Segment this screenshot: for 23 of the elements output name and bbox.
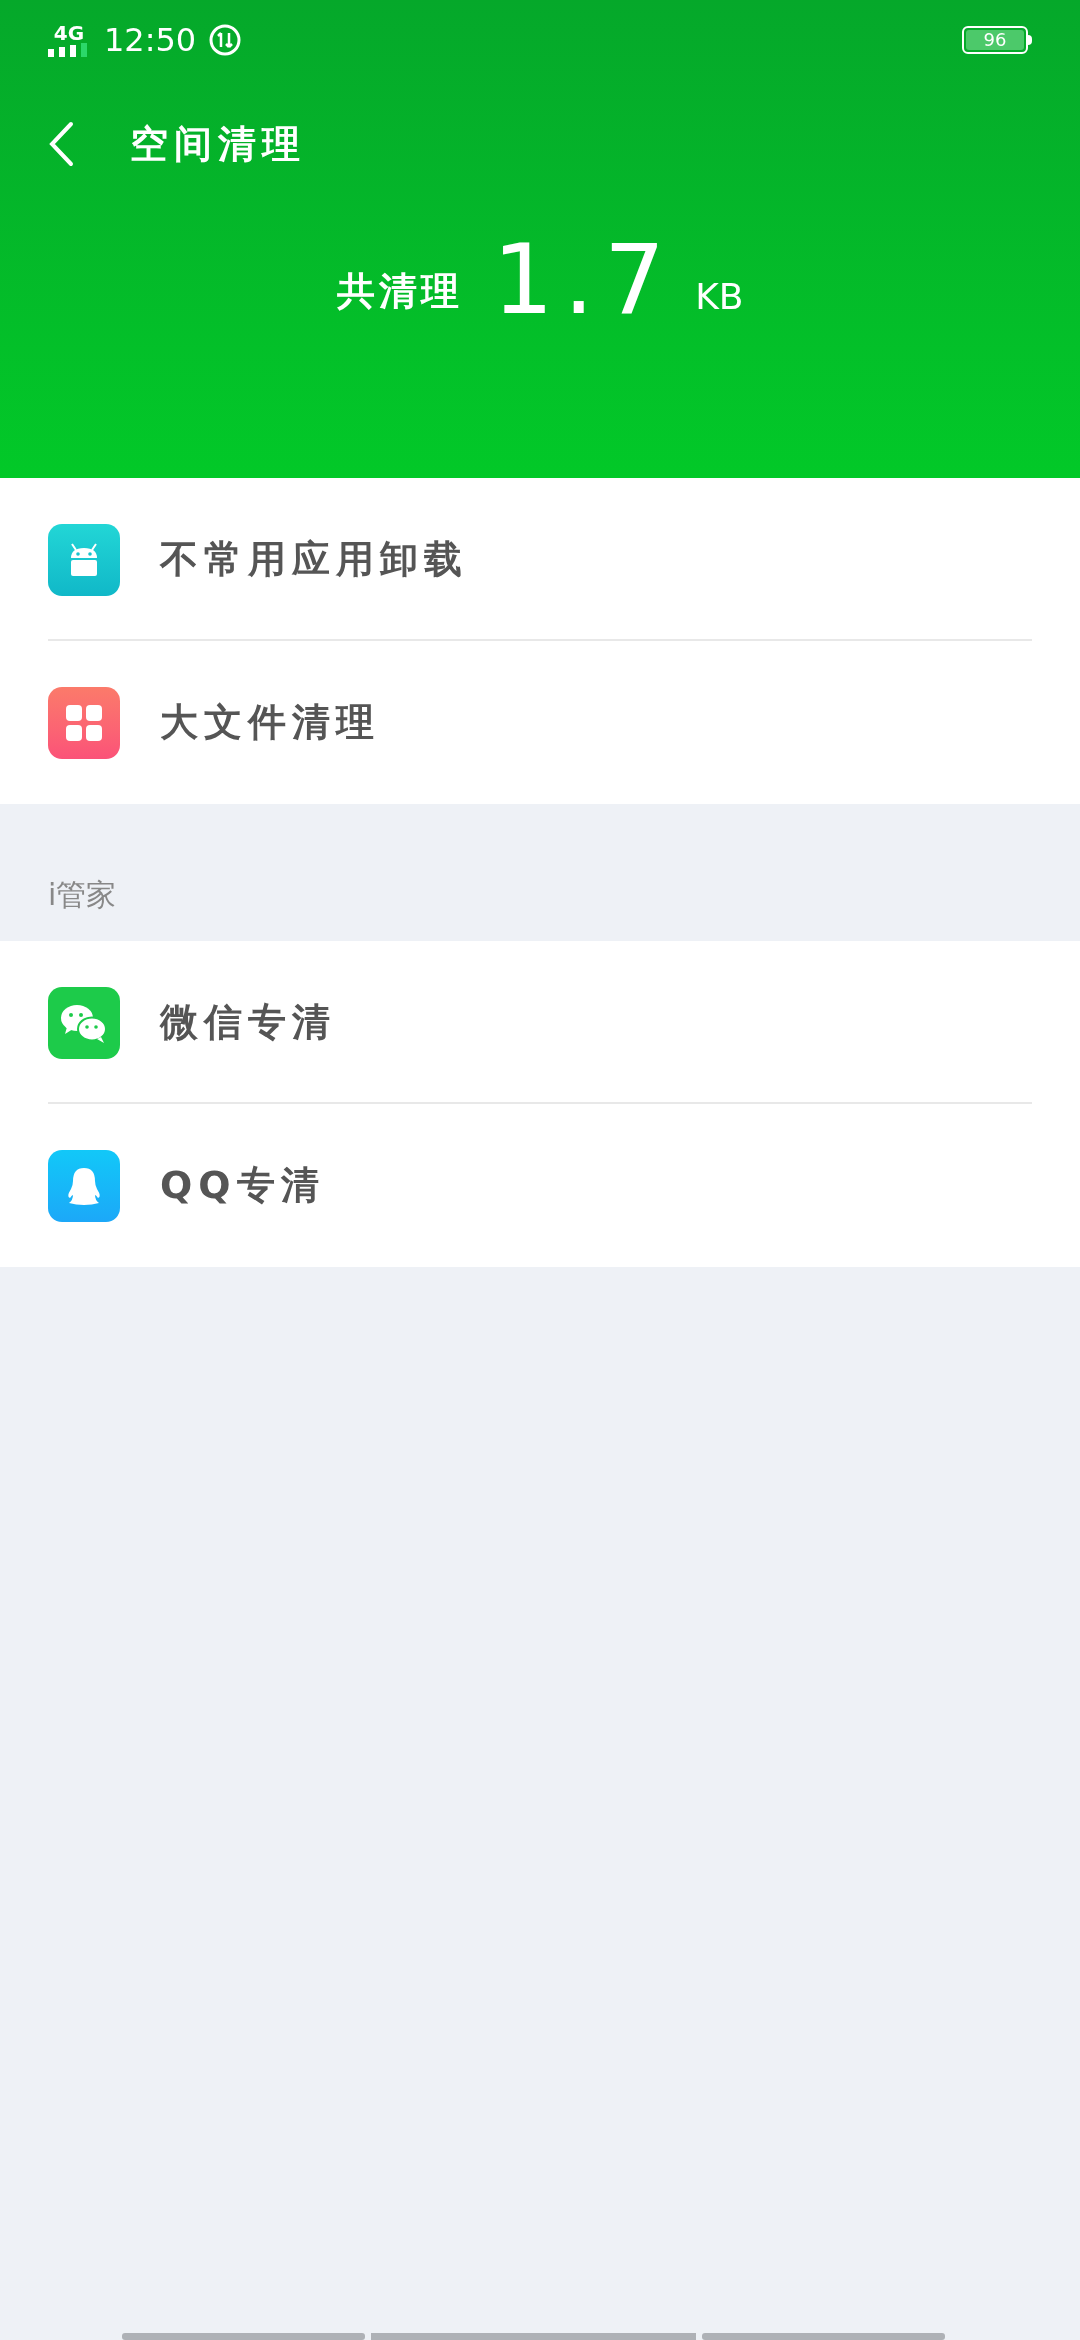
page-title: 空间清理 [130, 120, 306, 168]
battery-level: 96 [983, 31, 1007, 49]
list-item[interactable]: 微信专清 [0, 941, 1080, 1104]
clock: 12:50 [104, 20, 197, 61]
section-header: i管家 [48, 876, 117, 914]
data-transfer-icon [208, 23, 243, 57]
penguin-icon [48, 1149, 120, 1222]
signal-icon [48, 43, 90, 57]
list-item[interactable]: QQ专清 [0, 1104, 1080, 1267]
item-label: 微信专清 [160, 999, 336, 1046]
chat-bubbles-icon [48, 986, 120, 1059]
item-label: 不常用应用卸载 [160, 536, 468, 583]
item-label: 大文件清理 [160, 699, 380, 746]
back-icon[interactable] [48, 121, 74, 167]
cleaned-amount: 1.7 [492, 232, 676, 328]
grid-icon [48, 686, 120, 759]
android-icon [48, 523, 120, 596]
summary-label: 共清理 [336, 268, 463, 315]
item-label: QQ专清 [160, 1162, 325, 1209]
size-unit: KB [695, 275, 744, 319]
list-item[interactable]: 大文件清理 [0, 641, 1080, 804]
network-type: 4G [53, 23, 85, 43]
list-item[interactable]: 不常用应用卸载 [0, 478, 1080, 641]
